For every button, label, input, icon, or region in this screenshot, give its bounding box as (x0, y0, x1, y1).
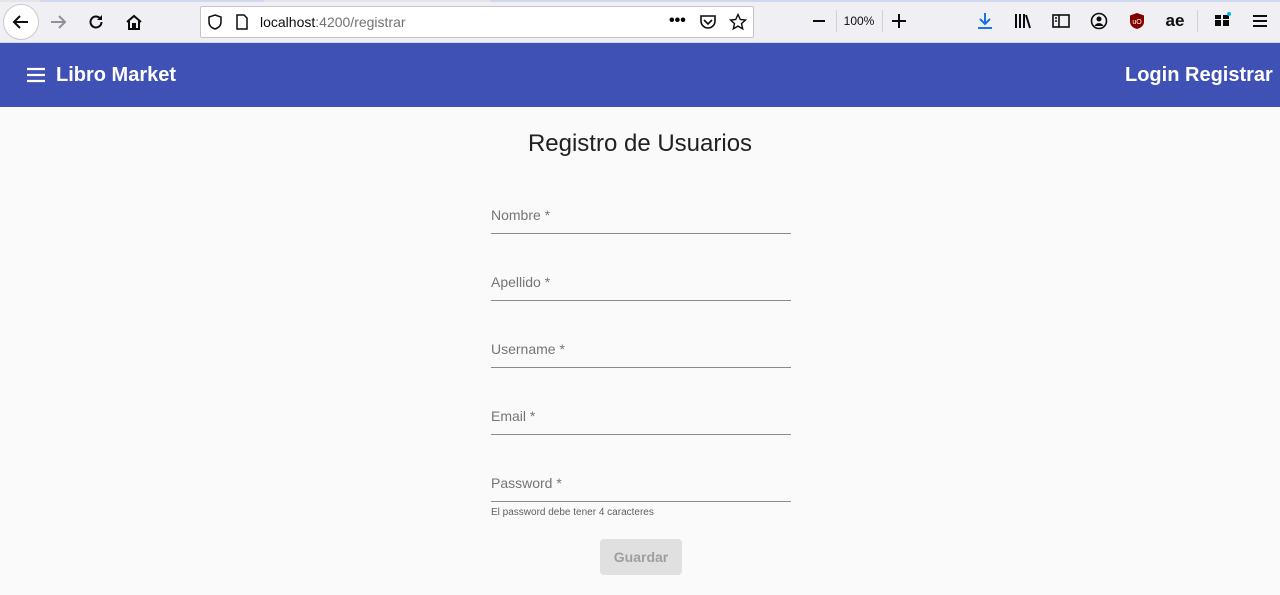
field-underline (491, 233, 791, 234)
plus-icon (892, 14, 906, 28)
field-underline (491, 434, 791, 435)
more-dots-icon[interactable]: ••• (669, 12, 686, 30)
extensions-icon (1215, 12, 1231, 26)
zoom-out-button[interactable] (804, 6, 834, 36)
ae-extension-button[interactable]: ae (1160, 6, 1190, 36)
register-link[interactable]: Registrar (1185, 63, 1273, 87)
username-label: Username * (491, 341, 565, 357)
username-field[interactable]: Username * (491, 338, 791, 368)
app-menu-button[interactable] (1245, 6, 1275, 36)
extensions-button[interactable] (1207, 6, 1237, 36)
hamburger-icon (1253, 15, 1267, 27)
library-button[interactable] (1008, 6, 1038, 36)
forward-button[interactable] (42, 6, 74, 38)
star-icon[interactable] (728, 12, 748, 34)
library-icon (1015, 14, 1031, 29)
field-underline (491, 367, 791, 368)
minus-icon (813, 20, 825, 22)
email-label: Email * (491, 408, 536, 424)
url-bar[interactable]: localhost:4200/registrar ••• (200, 6, 754, 38)
zoom-level[interactable]: 100% (838, 6, 880, 36)
reload-button[interactable] (80, 6, 112, 38)
zoom-in-button[interactable] (884, 6, 914, 36)
app-toolbar: Libro Market Login Registrar (0, 43, 1280, 107)
ublock-icon: uO (1130, 13, 1144, 29)
field-underline (491, 501, 791, 502)
password-label: Password * (491, 475, 562, 491)
ublock-button[interactable]: uO (1122, 6, 1152, 36)
password-hint: El password debe tener 4 caracteres (491, 507, 654, 518)
home-button[interactable] (118, 6, 150, 38)
svg-text:uO: uO (1132, 19, 1142, 26)
apellido-field[interactable]: Apellido * (491, 271, 791, 301)
sidebar-button[interactable] (1046, 6, 1076, 36)
apellido-label: Apellido * (491, 274, 551, 290)
arrow-right-icon (51, 15, 67, 29)
email-field[interactable]: Email * (491, 405, 791, 435)
browser-toolbar: localhost:4200/registrar ••• 100% uO ae (0, 0, 1280, 43)
field-underline (491, 300, 791, 301)
account-button[interactable] (1084, 6, 1114, 36)
login-link[interactable]: Login (1125, 63, 1179, 87)
nombre-field[interactable]: Nombre * (491, 204, 791, 234)
arrow-left-icon (12, 15, 28, 29)
save-button[interactable]: Guardar (600, 539, 682, 575)
menu-icon[interactable] (24, 63, 48, 87)
sidebar-icon (1052, 14, 1070, 28)
page-title: Registro de Usuarios (527, 130, 753, 157)
password-field[interactable]: Password * (491, 472, 791, 502)
account-icon (1090, 12, 1108, 30)
tab-strip (0, 0, 1280, 2)
brand-title[interactable]: Libro Market (56, 63, 176, 87)
download-button[interactable] (970, 6, 1000, 36)
pocket-icon[interactable] (699, 14, 717, 33)
back-button[interactable] (3, 4, 39, 40)
reload-icon (89, 15, 103, 29)
page-icon[interactable] (235, 14, 249, 33)
shield-icon[interactable] (207, 14, 223, 33)
download-icon (978, 13, 992, 29)
url-path: :4200/registrar (315, 14, 406, 30)
home-icon (126, 14, 142, 30)
nombre-label: Nombre * (491, 207, 551, 223)
url-host: localhost (260, 14, 316, 30)
